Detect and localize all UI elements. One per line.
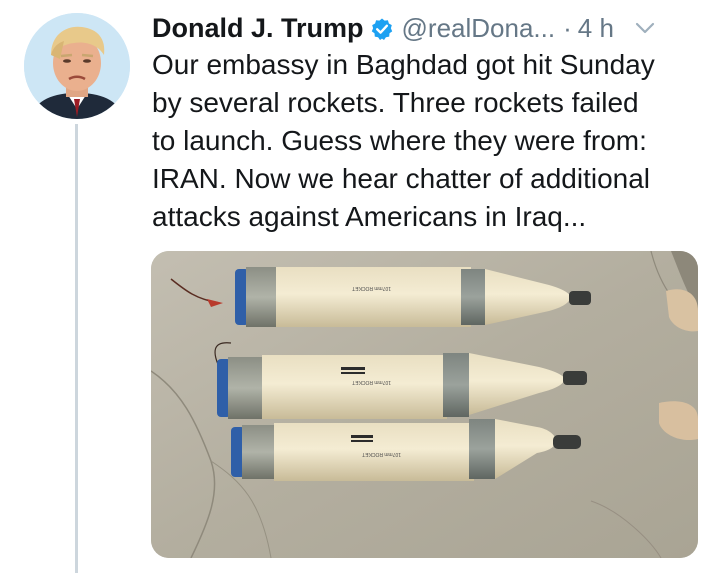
tweet-header: Donald J. Trump @realDona... · 4 h	[152, 8, 704, 48]
svg-text:107mm ROCKET: 107mm ROCKET	[352, 285, 391, 291]
tweet-text: Our embassy in Baghdad got hit Sunday by…	[152, 49, 655, 232]
verified-badge-icon	[370, 17, 394, 41]
rockets-photo: 107mm ROCKET 107mm ROCKET 107mm ROCKET	[151, 251, 698, 558]
svg-text:107mm ROCKET: 107mm ROCKET	[362, 451, 401, 457]
chevron-down-icon[interactable]	[634, 17, 656, 39]
tweet-timestamp[interactable]: 4 h	[578, 13, 614, 44]
avatar[interactable]	[24, 13, 130, 119]
svg-text:107mm ROCKET: 107mm ROCKET	[352, 379, 391, 385]
author-handle[interactable]: @realDona...	[402, 13, 556, 44]
profile-photo-icon	[24, 13, 130, 119]
thread-line	[75, 124, 78, 573]
time-separator: ·	[563, 12, 572, 43]
tweet-photo[interactable]: 107mm ROCKET 107mm ROCKET 107mm ROCKET	[151, 251, 698, 558]
author-display-name[interactable]: Donald J. Trump	[152, 13, 364, 44]
